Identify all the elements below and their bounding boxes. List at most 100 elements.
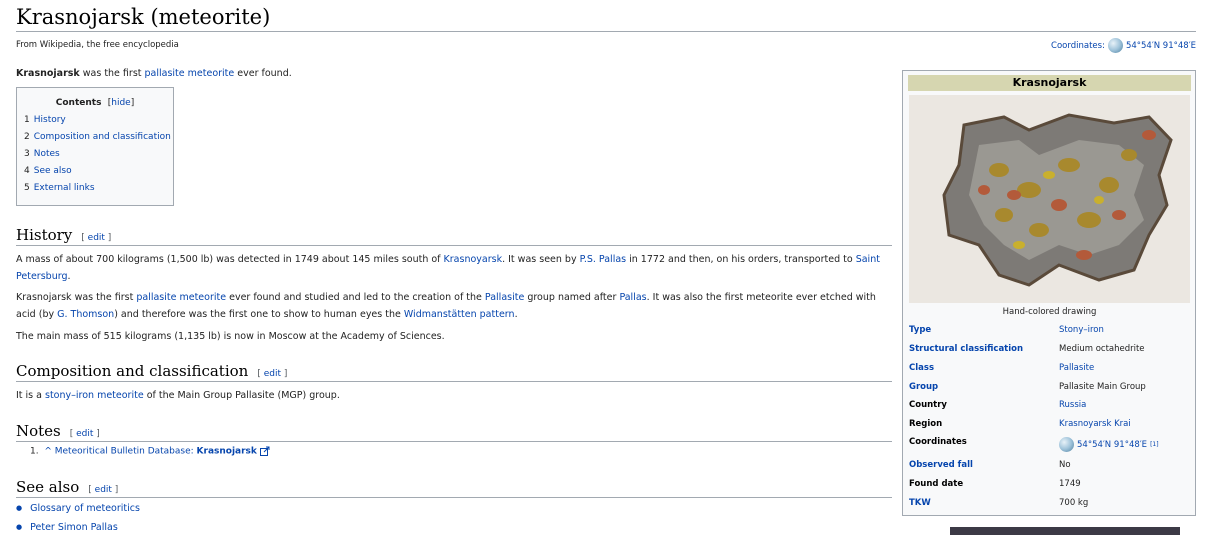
heading-text: See also [16,478,80,496]
intro-link-pallasite-meteorite[interactable]: pallasite meteorite [145,68,235,79]
intro-bold: Krasnojarsk [16,68,80,79]
toc-number: 3 [24,149,30,159]
meteorite-image[interactable] [909,95,1190,303]
row-label: Region [909,419,943,429]
row-label[interactable]: Group [909,382,1059,392]
toc-hide-link[interactable]: hide [111,98,130,108]
toc-label[interactable]: History [34,115,66,125]
external-link-icon [259,446,270,456]
toc-item-history[interactable]: 1 History [24,115,173,132]
globe-icon[interactable] [1059,437,1074,452]
row-label[interactable]: Class [909,363,1059,373]
row-value[interactable]: Russia [1059,400,1192,410]
infobox-caption: Hand-colored drawing [1002,307,1097,317]
link-ps-pallas[interactable]: P.S. Pallas [580,254,627,265]
infobox-row-type: Type Stony–iron [909,325,1192,335]
row-label: Coordinates [909,437,967,447]
toc-item-see-also[interactable]: 4 See also [24,166,173,183]
link-stony-iron-meteorite[interactable]: stony–iron meteorite [45,390,144,401]
list-item: Glossary of meteoritics [16,503,140,522]
list-item: Peter Simon Pallas [16,522,140,541]
see-also-link[interactable]: Peter Simon Pallas [30,522,118,533]
history-paragraph-2: Krasnojarsk was the first pallasite mete… [16,289,886,323]
toc-item-external-links[interactable]: 5 External links [24,183,173,200]
section-heading-notes: Notes [ edit ] [16,422,892,442]
thumbnail-image[interactable] [950,527,1180,535]
infobox-row-group: Group Pallasite Main Group [909,382,1192,392]
toc-label[interactable]: See also [34,166,72,176]
row-value[interactable]: Stony–iron [1059,325,1192,335]
toc-label[interactable]: External links [34,183,95,193]
text: of the Main Group Pallasite (MGP) group. [143,390,340,401]
infobox-row-coordinates: Coordinates 54°54′N 91°48′E [1] [909,437,1192,452]
edit-section-history[interactable]: [ edit ] [81,233,111,243]
toc-label[interactable]: Notes [34,149,60,159]
toc-title: Contents [hide] [17,98,173,108]
globe-icon[interactable] [1107,38,1123,53]
row-value: No [1059,460,1071,470]
intro-text: ever found. [234,68,292,79]
toc-item-notes[interactable]: 3 Notes [24,149,173,166]
edit-link[interactable]: edit [76,429,93,439]
row-label[interactable]: TKW [909,498,1059,508]
toc-heading: Contents [55,98,102,108]
text: group named after [524,292,620,303]
ref-backlink[interactable]: ^ [44,447,52,457]
text: . [514,309,518,320]
edit-section-notes[interactable]: [ edit ] [70,429,100,439]
infobox-row-country: Country Russia [909,400,1192,410]
link-pallas[interactable]: Pallas [619,292,646,303]
infobox-title: Krasnojarsk [908,75,1191,91]
composition-paragraph: It is a stony–iron meteorite of the Main… [16,387,886,404]
row-label[interactable]: Structural classification [909,344,1059,354]
row-label[interactable]: Observed fall [909,460,1059,470]
toc-item-composition[interactable]: 2 Composition and classification [24,132,173,149]
table-of-contents: Contents [hide] 1 History 2 Composition an… [16,87,174,206]
toc-number: 1 [24,115,30,125]
edit-link[interactable]: edit [95,485,112,495]
intro-paragraph: Krasnojarsk was the first pallasite mete… [16,68,292,79]
infobox: Krasnojarsk Hand-colored drawing Type St… [902,70,1196,516]
ref-number: 1. [30,446,39,457]
ref-link[interactable]: Meteoritical Bulletin Database: [55,447,197,457]
coordinates-link[interactable]: 54°54′N 91°48′E [1077,440,1147,450]
link-g-thomson[interactable]: G. Thomson [57,309,114,320]
toc-hide-toggle[interactable]: [hide] [108,98,135,108]
toc-label[interactable]: Composition and classification [34,132,171,142]
link-krasnoyarsk[interactable]: Krasnoyarsk [444,254,503,265]
row-value: Medium octahedrite [1059,344,1145,354]
history-paragraph-3: The main mass of 515 kilograms (1,135 lb… [16,331,445,342]
heading-text: History [16,226,73,244]
edit-link[interactable]: edit [264,369,281,379]
infobox-row-region: Region Krasnoyarsk Krai [909,419,1192,429]
see-also-link[interactable]: Glossary of meteoritics [30,503,140,514]
coordinates-value[interactable]: 54°54′N 91°48′E [1126,41,1196,51]
text: . It was seen by [502,254,580,265]
section-heading-see-also: See also [ edit ] [16,478,892,498]
row-label[interactable]: Type [909,325,1059,335]
link-widmanstatten-pattern[interactable]: Widmanstätten pattern [404,309,515,320]
toc-number: 5 [24,183,30,193]
link-pallasite[interactable]: Pallasite [485,292,524,303]
text: in 1772 and then, on his orders, transpo… [626,254,856,265]
edit-section-see-also[interactable]: [ edit ] [88,485,118,495]
row-value[interactable]: Krasnoyarsk Krai [1059,419,1192,429]
link-pallasite-meteorite[interactable]: pallasite meteorite [136,292,226,303]
text: ) and therefore was the first one to sho… [114,309,404,320]
edit-section-composition[interactable]: [ edit ] [257,369,287,379]
citation-link[interactable]: [1] [1150,441,1159,448]
edit-link[interactable]: edit [88,233,105,243]
ref-link-bold[interactable]: Krasnojarsk [197,447,257,457]
section-heading-composition: Composition and classification [ edit ] [16,362,892,382]
intro-text: was the first [79,68,145,79]
tagline: From Wikipedia, the free encyclopedia [16,40,179,50]
row-value: Pallasite Main Group [1059,382,1146,392]
page-title: Krasnojarsk (meteorite) [16,5,1196,32]
meteorite-drawing [909,95,1190,303]
text: It is a [16,390,45,401]
history-paragraph-1: A mass of about 700 kilograms (1,500 lb)… [16,251,886,285]
coordinates-label[interactable]: Coordinates: [1051,41,1105,51]
row-value[interactable]: Pallasite [1059,363,1192,373]
coordinates-header: Coordinates: 54°54′N 91°48′E [1051,38,1196,53]
infobox-row-observed-fall: Observed fall No [909,460,1192,470]
